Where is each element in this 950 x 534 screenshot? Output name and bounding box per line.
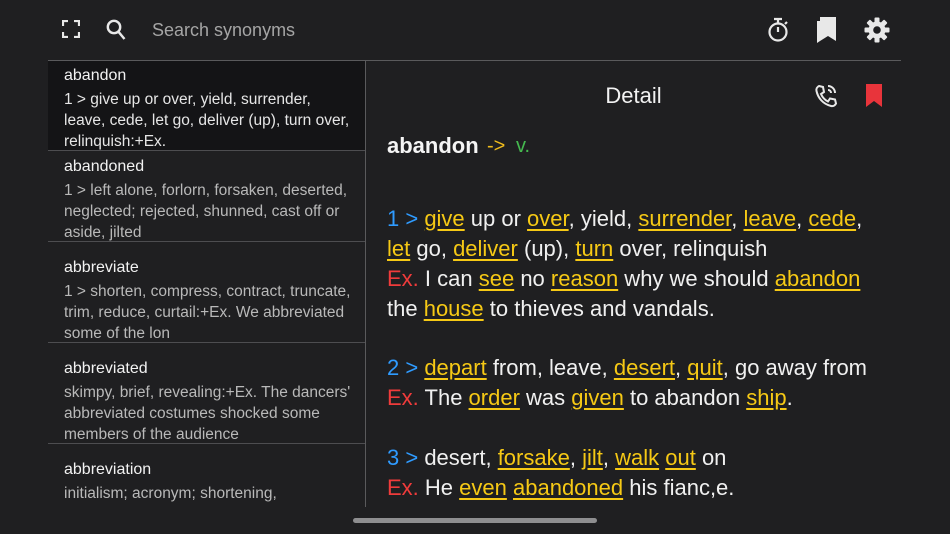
synonym-link[interactable]: jilt (582, 445, 603, 470)
sense-text: , yield, (568, 206, 639, 231)
synonym-link[interactable]: even (459, 475, 507, 500)
sense-text: up or (464, 206, 528, 231)
sense-text: no (514, 266, 551, 291)
sense-text: , (569, 445, 583, 470)
headword: abandon (387, 133, 479, 158)
sense-text: to thieves and vandals. (483, 296, 715, 321)
list-item[interactable]: abandon 1 > give up or over, yield, surr… (48, 61, 365, 151)
synonym-link[interactable]: give (424, 206, 464, 231)
synonym-link[interactable]: reason (551, 266, 618, 291)
sense-text: his fianc,e. (623, 475, 735, 500)
synonym-link[interactable]: out (665, 445, 696, 470)
synonym-link[interactable]: depart (424, 355, 486, 380)
sense-text: The (424, 385, 469, 410)
sense-text: to abandon (623, 385, 747, 410)
list-item[interactable]: abbreviated skimpy, brief, revealing:+Ex… (48, 354, 365, 444)
sense-number: 3 > (387, 445, 425, 470)
synonym-link[interactable]: let (387, 236, 410, 261)
synonym-link[interactable]: given (571, 385, 624, 410)
list-item-word: abbreviated (64, 360, 148, 377)
part-of-speech: v. (516, 135, 531, 157)
headword-arrow: -> (487, 135, 506, 157)
sense-number: 1 > (387, 206, 425, 231)
synonym-link[interactable]: cede (808, 206, 856, 231)
sense-number: 2 > (387, 355, 425, 380)
bookmark-icon[interactable] (866, 84, 882, 107)
synonym-link[interactable]: house (424, 296, 484, 321)
list-item-word: abbreviate (64, 259, 139, 276)
list-item-definition: 1 > give up or over, yield, surrender, l… (64, 91, 350, 150)
search-icon[interactable] (106, 19, 126, 41)
synonym-link[interactable]: surrender (638, 206, 731, 231)
search-input[interactable] (150, 14, 714, 46)
synonym-link[interactable]: over (527, 206, 569, 231)
synonym-link[interactable]: abandoned (513, 475, 623, 500)
sense-text: on (695, 445, 727, 470)
sense-text: go, (410, 236, 454, 261)
sense-text: desert, (424, 445, 498, 470)
sense-text: , (796, 206, 809, 231)
gear-icon[interactable] (864, 17, 890, 43)
sense-text: , go away from (722, 355, 868, 380)
sense-text: , (602, 445, 616, 470)
example-label: Ex. (387, 385, 425, 410)
synonym-link[interactable]: leave (744, 206, 797, 231)
sense-2: 2 > depart from, leave, desert, quit, go… (387, 353, 887, 413)
sense-text: . (786, 385, 793, 410)
sense-text: from, leave, (486, 355, 614, 380)
synonym-link[interactable]: desert (614, 355, 675, 380)
bookmarks-icon[interactable] (816, 17, 838, 45)
list-item-definition: 1 > shorten, compress, contract, truncat… (64, 283, 351, 342)
synonym-link[interactable]: turn (575, 236, 613, 261)
sense-3: 3 > desert, forsake, jilt, walk out on Ex… (387, 443, 887, 503)
list-item-definition: initialism; acronym; shortening, (64, 485, 277, 502)
stopwatch-icon[interactable] (767, 17, 789, 43)
top-bar (48, 0, 901, 61)
list-item-definition: 1 > left alone, forlorn, forsaken, deser… (64, 182, 348, 241)
sense-text: , (856, 206, 863, 231)
list-item[interactable]: abandoned 1 > left alone, forlorn, forsa… (48, 152, 365, 242)
list-item-word: abandoned (64, 158, 145, 175)
expand-icon[interactable] (62, 20, 80, 38)
synonym-link[interactable]: walk (615, 445, 659, 470)
synonym-link[interactable]: see (479, 266, 514, 291)
sense-text: over, relinquish (613, 236, 768, 261)
synonym-link[interactable]: quit (687, 355, 722, 380)
synonym-link[interactable]: deliver (453, 236, 518, 261)
sense-text: I can (424, 266, 479, 291)
home-indicator (353, 518, 597, 523)
sense-1: 1 > give up or over, yield, surrender, l… (387, 204, 887, 324)
list-item[interactable]: abbreviate 1 > shorten, compress, contra… (48, 253, 365, 343)
example-label: Ex. (387, 266, 425, 291)
phone-sound-icon[interactable] (814, 83, 838, 109)
synonym-link[interactable]: abandon (775, 266, 861, 291)
sense-text: (up), (517, 236, 576, 261)
synonym-link[interactable]: forsake (498, 445, 570, 470)
sense-text: why we should (618, 266, 775, 291)
list-item-word: abbreviation (64, 461, 152, 478)
detail-pane: Detail abandon -> v. 1 > give up or over… (366, 61, 901, 507)
synonym-link[interactable]: order (469, 385, 520, 410)
example-label: Ex. (387, 475, 425, 500)
list-item-word: abandon (64, 67, 127, 84)
synonym-link[interactable]: ship (746, 385, 786, 410)
sense-text: , (675, 355, 688, 380)
sense-text: the (387, 296, 424, 321)
list-item[interactable]: abbreviation initialism; acronym; shorte… (48, 455, 365, 507)
sense-text: , (731, 206, 744, 231)
sense-text: was (519, 385, 572, 410)
sense-text: He (424, 475, 460, 500)
word-list: abandon 1 > give up or over, yield, surr… (48, 61, 365, 507)
list-item-definition: skimpy, brief, revealing:+Ex. The dancer… (64, 384, 351, 443)
